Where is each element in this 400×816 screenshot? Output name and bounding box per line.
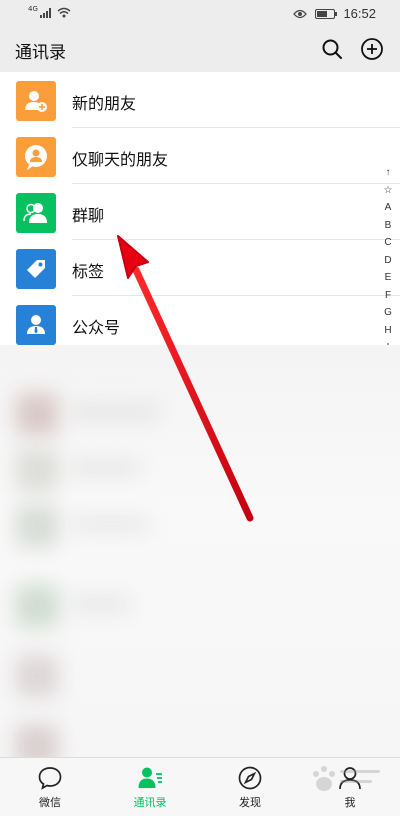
wifi-icon <box>57 7 71 18</box>
index-letter[interactable]: D <box>384 252 391 270</box>
index-letter[interactable]: F <box>385 287 391 305</box>
avatar <box>16 81 56 121</box>
contact-entry-label: 仅聊天的朋友 <box>72 150 169 169</box>
page-title: 通讯录 <box>15 43 66 63</box>
official-account-icon <box>27 315 45 334</box>
avatar <box>16 305 56 345</box>
contacts-icon <box>138 767 162 788</box>
contact-entry-official-accounts[interactable]: 公众号 <box>0 296 400 352</box>
search-icon[interactable] <box>320 37 344 61</box>
tab-chats[interactable]: 微信 <box>0 758 100 816</box>
tab-label: 发现 <box>239 796 261 809</box>
compass-icon <box>238 766 262 790</box>
index-letter[interactable]: A <box>385 199 392 217</box>
contact-entry-group-chats[interactable]: 群聊 <box>0 184 400 240</box>
chat-only-friend-icon <box>25 145 47 170</box>
tab-discover[interactable]: 发现 <box>200 758 300 816</box>
avatar <box>16 249 56 289</box>
group-chat-icon <box>23 203 47 223</box>
tab-label: 通讯录 <box>133 796 167 809</box>
contact-entry-label: 群聊 <box>72 206 105 225</box>
index-letter[interactable]: E <box>385 269 392 287</box>
contacts-function-list: 新的朋友 仅聊天的朋友 群聊 标签 公众号 <box>0 72 400 352</box>
chat-bubble-icon <box>38 767 62 790</box>
watermark-logo <box>313 766 380 791</box>
avatar <box>16 193 56 233</box>
index-letter[interactable]: H <box>384 322 391 340</box>
contact-entry-new-friends[interactable]: 新的朋友 <box>0 72 400 128</box>
title-bar: 通讯录 <box>0 28 400 72</box>
contact-entry-chat-only-friends[interactable]: 仅聊天的朋友 <box>0 128 400 184</box>
index-letter[interactable]: ☆ <box>384 182 393 200</box>
blurred-contact-list <box>0 345 400 757</box>
avatar <box>16 137 56 177</box>
contact-entry-label: 公众号 <box>72 318 121 337</box>
index-letter[interactable]: B <box>385 217 392 235</box>
status-time: 16:52 <box>343 6 376 21</box>
network-type: 4G <box>28 4 38 13</box>
alphabet-index[interactable]: ↑ ☆ A B C D E F G H I <box>380 164 396 357</box>
contact-entry-label: 新的朋友 <box>72 94 137 113</box>
tab-label: 微信 <box>39 796 61 809</box>
index-letter[interactable]: ↑ <box>386 164 391 182</box>
status-bar: 4G 16:52 <box>0 0 400 28</box>
index-letter[interactable]: G <box>384 304 392 322</box>
tab-contacts[interactable]: 通讯录 <box>100 758 200 816</box>
tag-icon <box>27 260 45 278</box>
contact-entry-tags[interactable]: 标签 <box>0 240 400 296</box>
eye-icon <box>293 9 308 18</box>
add-friend-icon <box>25 91 47 112</box>
index-letter[interactable]: C <box>384 234 391 252</box>
contact-entry-label: 标签 <box>72 262 105 281</box>
battery-icon <box>315 8 338 19</box>
plus-circle-icon[interactable] <box>360 37 384 61</box>
signal-icon <box>39 7 51 18</box>
